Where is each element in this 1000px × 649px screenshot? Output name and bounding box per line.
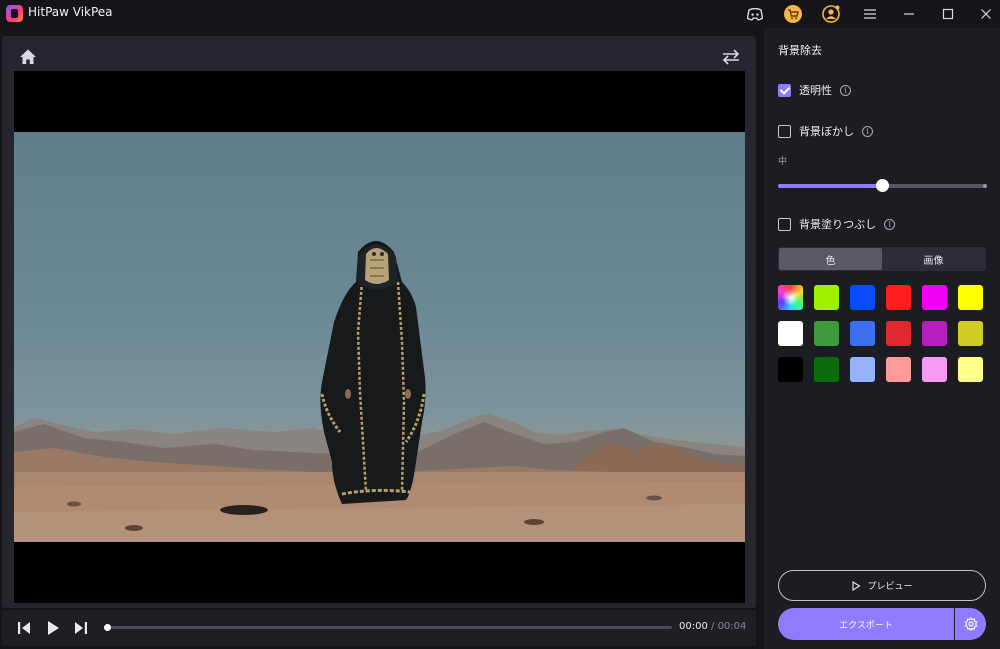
color-swatch-grid bbox=[778, 285, 988, 382]
previous-frame-icon[interactable] bbox=[14, 618, 34, 638]
blur-checkbox[interactable] bbox=[778, 124, 791, 138]
info-icon[interactable]: i bbox=[840, 84, 851, 96]
color-swatch[interactable] bbox=[958, 321, 983, 346]
menu-icon[interactable] bbox=[859, 3, 881, 25]
close-icon[interactable] bbox=[975, 3, 997, 25]
panel-title: 背景除去 bbox=[778, 44, 822, 57]
fill-option[interactable]: 背景塗りつぶし i bbox=[778, 216, 896, 232]
color-swatch[interactable] bbox=[922, 285, 947, 310]
export-settings-button[interactable] bbox=[955, 608, 986, 640]
tab-image[interactable]: 画像 bbox=[882, 248, 985, 270]
info-icon[interactable]: i bbox=[862, 125, 873, 137]
minimize-icon[interactable] bbox=[898, 3, 920, 25]
blur-option[interactable]: 背景ぼかし i bbox=[778, 123, 873, 139]
color-swatch[interactable] bbox=[850, 285, 875, 310]
progress-knob[interactable] bbox=[104, 624, 111, 631]
app-title: HitPaw VikPea bbox=[28, 5, 113, 19]
maximize-icon[interactable] bbox=[937, 3, 959, 25]
color-swatch[interactable] bbox=[958, 357, 983, 382]
color-swatch[interactable] bbox=[814, 285, 839, 310]
export-label: エクスポート bbox=[839, 620, 893, 631]
color-swatch[interactable] bbox=[850, 357, 875, 382]
home-icon[interactable] bbox=[18, 47, 38, 67]
preview-button[interactable]: プレビュー bbox=[778, 570, 986, 601]
transparency-label: 透明性 bbox=[799, 84, 832, 97]
info-icon[interactable]: i bbox=[884, 218, 896, 230]
gear-icon bbox=[964, 617, 977, 631]
blur-level-slider[interactable] bbox=[778, 179, 987, 192]
title-bar: HitPaw VikPea bbox=[0, 0, 1000, 28]
slider-knob[interactable] bbox=[876, 179, 889, 192]
color-swatch[interactable] bbox=[778, 357, 803, 382]
next-frame-icon[interactable] bbox=[71, 618, 91, 638]
playback-controls: 00:00 / 00:04 bbox=[2, 610, 756, 646]
fill-type-tabs: 色 画像 bbox=[778, 247, 986, 271]
preview-panel bbox=[2, 36, 756, 608]
color-swatch[interactable] bbox=[886, 285, 911, 310]
color-swatch[interactable] bbox=[814, 357, 839, 382]
export-button[interactable]: エクスポート bbox=[778, 608, 954, 640]
app-logo bbox=[6, 5, 23, 22]
color-swatch[interactable] bbox=[886, 321, 911, 346]
tab-color[interactable]: 色 bbox=[779, 248, 882, 270]
play-outline-icon bbox=[852, 580, 862, 591]
cart-icon[interactable] bbox=[782, 3, 804, 25]
video-frame bbox=[14, 71, 745, 603]
slider-fill bbox=[778, 184, 882, 188]
total-time: 00:04 bbox=[717, 621, 747, 632]
color-swatch[interactable] bbox=[850, 321, 875, 346]
current-time: 00:00 bbox=[679, 621, 708, 632]
settings-panel: 背景除去 透明性 i 背景ぼかし i 中 背景塗りつぶし i 色 画像 プレビュ… bbox=[764, 28, 1000, 649]
slider-end bbox=[983, 184, 987, 188]
fill-checkbox[interactable] bbox=[778, 217, 791, 231]
color-swatch[interactable] bbox=[922, 321, 947, 346]
video-image bbox=[14, 132, 745, 542]
play-icon[interactable] bbox=[43, 618, 63, 638]
color-swatch[interactable] bbox=[922, 357, 947, 382]
color-swatch[interactable] bbox=[814, 321, 839, 346]
time-separator: / bbox=[707, 621, 718, 632]
compare-swap-icon[interactable] bbox=[720, 47, 742, 67]
time-display: 00:00 / 00:04 bbox=[679, 621, 746, 632]
transparency-option[interactable]: 透明性 i bbox=[778, 82, 851, 98]
color-swatch[interactable] bbox=[778, 321, 803, 346]
blur-level-label: 中 bbox=[778, 157, 788, 167]
progress-bar[interactable] bbox=[104, 624, 672, 631]
fill-label: 背景塗りつぶし bbox=[799, 218, 877, 231]
preview-label: プレビュー bbox=[867, 582, 913, 592]
color-swatch[interactable] bbox=[958, 285, 983, 310]
color-picker-swatch[interactable] bbox=[778, 285, 803, 310]
discord-icon[interactable] bbox=[744, 3, 766, 25]
transparency-checkbox[interactable] bbox=[778, 83, 791, 97]
account-icon[interactable] bbox=[820, 3, 842, 25]
color-swatch[interactable] bbox=[886, 357, 911, 382]
blur-label: 背景ぼかし bbox=[799, 125, 854, 138]
